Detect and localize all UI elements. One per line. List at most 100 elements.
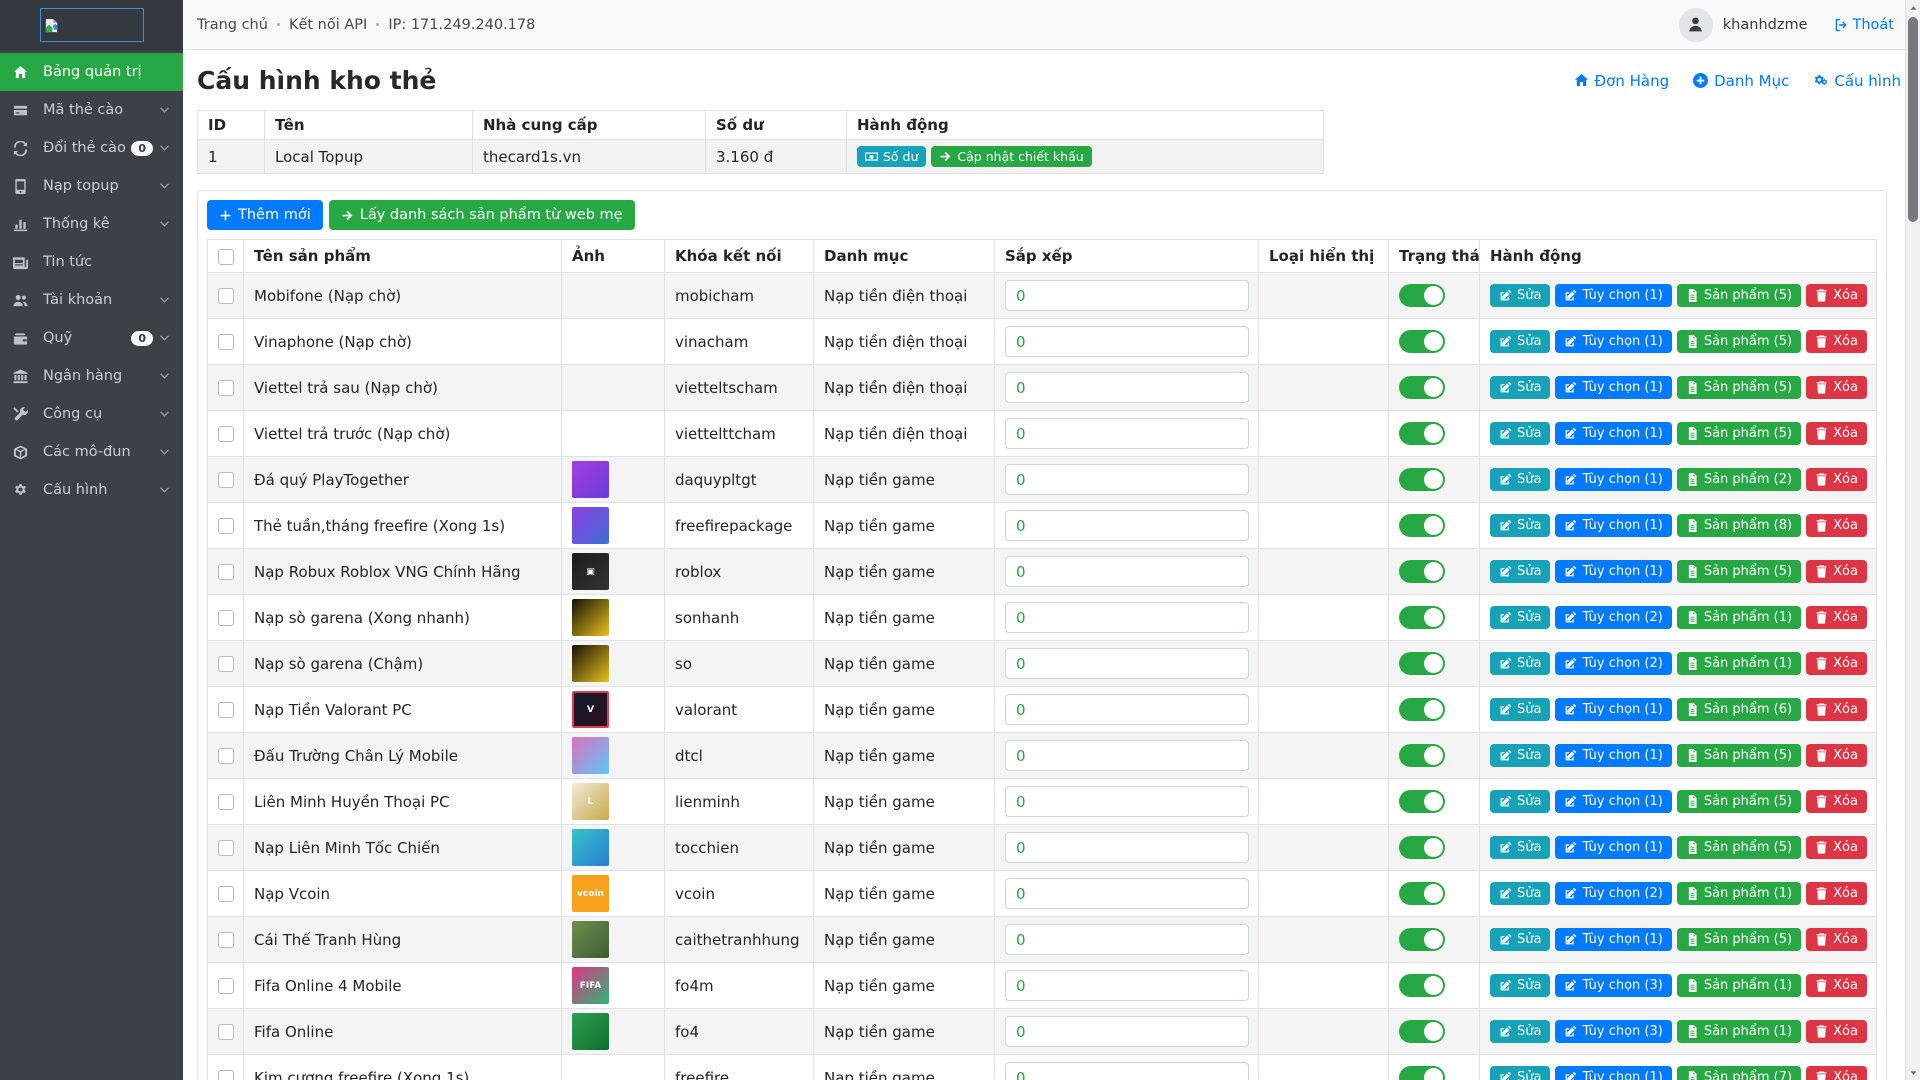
status-toggle[interactable] [1399, 928, 1445, 951]
options-button[interactable]: Tùy chọn (1) [1555, 422, 1671, 445]
row-checkbox[interactable] [218, 380, 234, 396]
products-button[interactable]: Sản phẩm (5) [1677, 744, 1801, 767]
delete-button[interactable]: Xóa [1806, 652, 1867, 675]
products-button[interactable]: Sản phẩm (7) [1677, 1066, 1801, 1080]
sort-input[interactable] [1005, 878, 1249, 909]
sidebar-item-bảng-quản-trị[interactable]: Bảng quản trị [0, 53, 183, 91]
row-checkbox[interactable] [218, 1024, 234, 1040]
options-button[interactable]: Tùy chọn (1) [1555, 468, 1671, 491]
sidebar-item-mã-thẻ-cào[interactable]: Mã thẻ cào [0, 91, 183, 129]
edit-button[interactable]: Sửa [1490, 744, 1550, 767]
update-discount-button[interactable]: Cập nhật chiết khấu [931, 146, 1091, 167]
options-button[interactable]: Tùy chọn (1) [1555, 560, 1671, 583]
options-button[interactable]: Tùy chọn (2) [1555, 606, 1671, 629]
edit-button[interactable]: Sửa [1490, 330, 1550, 353]
sidebar-item-nạp-topup[interactable]: Nạp topup [0, 167, 183, 205]
sidebar-item-ngân-hàng[interactable]: Ngân hàng [0, 357, 183, 395]
sort-input[interactable] [1005, 326, 1249, 357]
sort-input[interactable] [1005, 602, 1249, 633]
edit-button[interactable]: Sửa [1490, 928, 1550, 951]
products-button[interactable]: Sản phẩm (1) [1677, 882, 1801, 905]
select-all-checkbox[interactable] [218, 249, 234, 265]
breadcrumb-item[interactable]: Trang chủ [197, 17, 268, 33]
products-button[interactable]: Sản phẩm (8) [1677, 514, 1801, 537]
breadcrumb-item[interactable]: Kết nối API [289, 17, 367, 33]
options-button[interactable]: Tùy chọn (3) [1555, 1020, 1671, 1043]
delete-button[interactable]: Xóa [1806, 514, 1867, 537]
options-button[interactable]: Tùy chọn (1) [1555, 330, 1671, 353]
status-toggle[interactable] [1399, 974, 1445, 997]
sort-input[interactable] [1005, 556, 1249, 587]
status-toggle[interactable] [1399, 1020, 1445, 1043]
edit-button[interactable]: Sửa [1490, 790, 1550, 813]
options-button[interactable]: Tùy chọn (1) [1555, 1066, 1671, 1080]
scrollbar-thumb[interactable] [1908, 17, 1918, 222]
row-checkbox[interactable] [218, 288, 234, 304]
delete-button[interactable]: Xóa [1806, 882, 1867, 905]
options-button[interactable]: Tùy chọn (1) [1555, 284, 1671, 307]
sidebar-item-tin-tức[interactable]: Tin tức [0, 243, 183, 281]
sidebar-item-đổi-thẻ-cào[interactable]: Đổi thẻ cào0 [0, 129, 183, 167]
sort-input[interactable] [1005, 832, 1249, 863]
status-toggle[interactable] [1399, 698, 1445, 721]
row-checkbox[interactable] [218, 702, 234, 718]
options-button[interactable]: Tùy chọn (1) [1555, 928, 1671, 951]
delete-button[interactable]: Xóa [1806, 790, 1867, 813]
row-checkbox[interactable] [218, 840, 234, 856]
products-button[interactable]: Sản phẩm (1) [1677, 652, 1801, 675]
products-button[interactable]: Sản phẩm (1) [1677, 606, 1801, 629]
options-button[interactable]: Tùy chọn (1) [1555, 698, 1671, 721]
sort-input[interactable] [1005, 648, 1249, 679]
products-button[interactable]: Sản phẩm (1) [1677, 1020, 1801, 1043]
status-toggle[interactable] [1399, 1066, 1445, 1080]
status-toggle[interactable] [1399, 514, 1445, 537]
sort-input[interactable] [1005, 510, 1249, 541]
products-button[interactable]: Sản phẩm (5) [1677, 928, 1801, 951]
sidebar-item-công-cụ[interactable]: Công cụ [0, 395, 183, 433]
quick-link-danh-mục[interactable]: Danh Mục [1693, 72, 1789, 90]
products-button[interactable]: Sản phẩm (5) [1677, 560, 1801, 583]
row-checkbox[interactable] [218, 610, 234, 626]
delete-button[interactable]: Xóa [1806, 422, 1867, 445]
options-button[interactable]: Tùy chọn (1) [1555, 790, 1671, 813]
delete-button[interactable]: Xóa [1806, 284, 1867, 307]
sidebar-item-cấu-hình[interactable]: Cấu hình [0, 471, 183, 509]
scroll-down-button[interactable] [1906, 1064, 1920, 1080]
status-toggle[interactable] [1399, 560, 1445, 583]
options-button[interactable]: Tùy chọn (3) [1555, 974, 1671, 997]
quick-link-đơn-hàng[interactable]: Đơn Hàng [1574, 72, 1670, 90]
sort-input[interactable] [1005, 464, 1249, 495]
scroll-up-button[interactable] [1906, 0, 1920, 16]
options-button[interactable]: Tùy chọn (2) [1555, 882, 1671, 905]
products-button[interactable]: Sản phẩm (2) [1677, 468, 1801, 491]
edit-button[interactable]: Sửa [1490, 882, 1550, 905]
sidebar-item-thống-kê[interactable]: Thống kê [0, 205, 183, 243]
options-button[interactable]: Tùy chọn (1) [1555, 514, 1671, 537]
row-checkbox[interactable] [218, 886, 234, 902]
edit-button[interactable]: Sửa [1490, 1020, 1550, 1043]
sidebar-item-các-mô-đun[interactable]: Các mô-đun [0, 433, 183, 471]
row-checkbox[interactable] [218, 978, 234, 994]
options-button[interactable]: Tùy chọn (1) [1555, 836, 1671, 859]
sort-input[interactable] [1005, 740, 1249, 771]
balance-button[interactable]: Số dư [857, 146, 926, 167]
row-checkbox[interactable] [218, 518, 234, 534]
vertical-scrollbar[interactable] [1905, 0, 1920, 1080]
sidebar-item-tài-khoản[interactable]: Tài khoản [0, 281, 183, 319]
fetch-products-button[interactable]: Lấy danh sách sản phẩm từ web mẹ [329, 200, 635, 230]
row-checkbox[interactable] [218, 794, 234, 810]
add-button[interactable]: Thêm mới [207, 200, 323, 230]
sort-input[interactable] [1005, 970, 1249, 1001]
status-toggle[interactable] [1399, 606, 1445, 629]
sort-input[interactable] [1005, 1016, 1249, 1047]
row-checkbox[interactable] [218, 472, 234, 488]
products-button[interactable]: Sản phẩm (5) [1677, 330, 1801, 353]
delete-button[interactable]: Xóa [1806, 560, 1867, 583]
edit-button[interactable]: Sửa [1490, 514, 1550, 537]
status-toggle[interactable] [1399, 652, 1445, 675]
edit-button[interactable]: Sửa [1490, 974, 1550, 997]
delete-button[interactable]: Xóa [1806, 376, 1867, 399]
delete-button[interactable]: Xóa [1806, 606, 1867, 629]
sort-input[interactable] [1005, 694, 1249, 725]
status-toggle[interactable] [1399, 882, 1445, 905]
